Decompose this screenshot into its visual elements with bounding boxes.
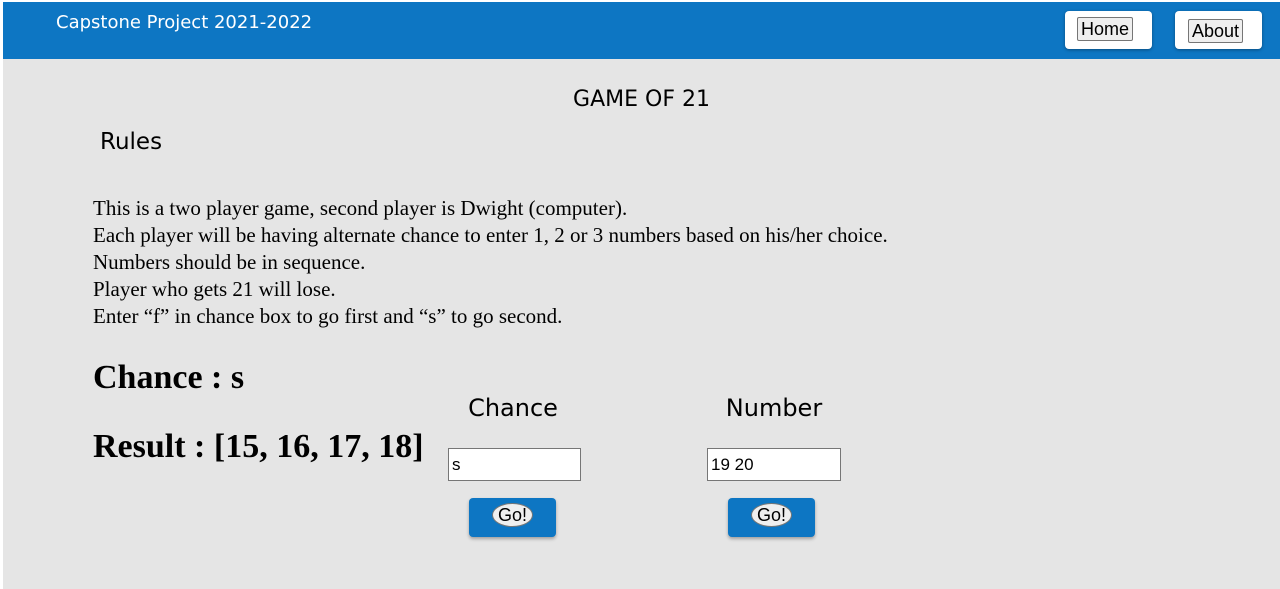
rule-item: Player who gets 21 will lose. <box>93 277 336 301</box>
home-button[interactable]: Home <box>1077 17 1134 41</box>
chance-status: Chance : s <box>93 359 245 396</box>
number-go-box: Go! <box>728 498 815 537</box>
rules-list: This is a two player game, second player… <box>93 195 888 330</box>
number-input[interactable] <box>707 448 841 481</box>
rules-heading: Rules <box>100 129 163 155</box>
rule-item: Numbers should be in sequence. <box>93 250 366 274</box>
page-body: Capstone Project 2021-2022 Home About GA… <box>3 2 1280 589</box>
result-status: Result : [15, 16, 17, 18] <box>93 428 424 465</box>
number-label: Number <box>725 394 823 422</box>
game-title: GAME OF 21 <box>573 87 710 112</box>
home-nav-box: Home <box>1065 11 1152 49</box>
navbar-brand: Capstone Project 2021-2022 <box>56 12 313 33</box>
chance-go-button[interactable]: Go! <box>492 503 533 527</box>
about-button[interactable]: About <box>1188 19 1244 43</box>
about-nav-box: About <box>1175 11 1262 49</box>
rule-item: Each player will be having alternate cha… <box>93 223 888 247</box>
chance-label: Chance <box>468 394 558 422</box>
navbar: Capstone Project 2021-2022 Home About <box>3 2 1280 59</box>
chance-go-box: Go! <box>469 498 556 537</box>
number-go-button[interactable]: Go! <box>751 503 792 527</box>
chance-input[interactable] <box>448 448 581 481</box>
rule-item: This is a two player game, second player… <box>93 196 628 220</box>
rule-item: Enter “f” in chance box to go first and … <box>93 304 563 328</box>
